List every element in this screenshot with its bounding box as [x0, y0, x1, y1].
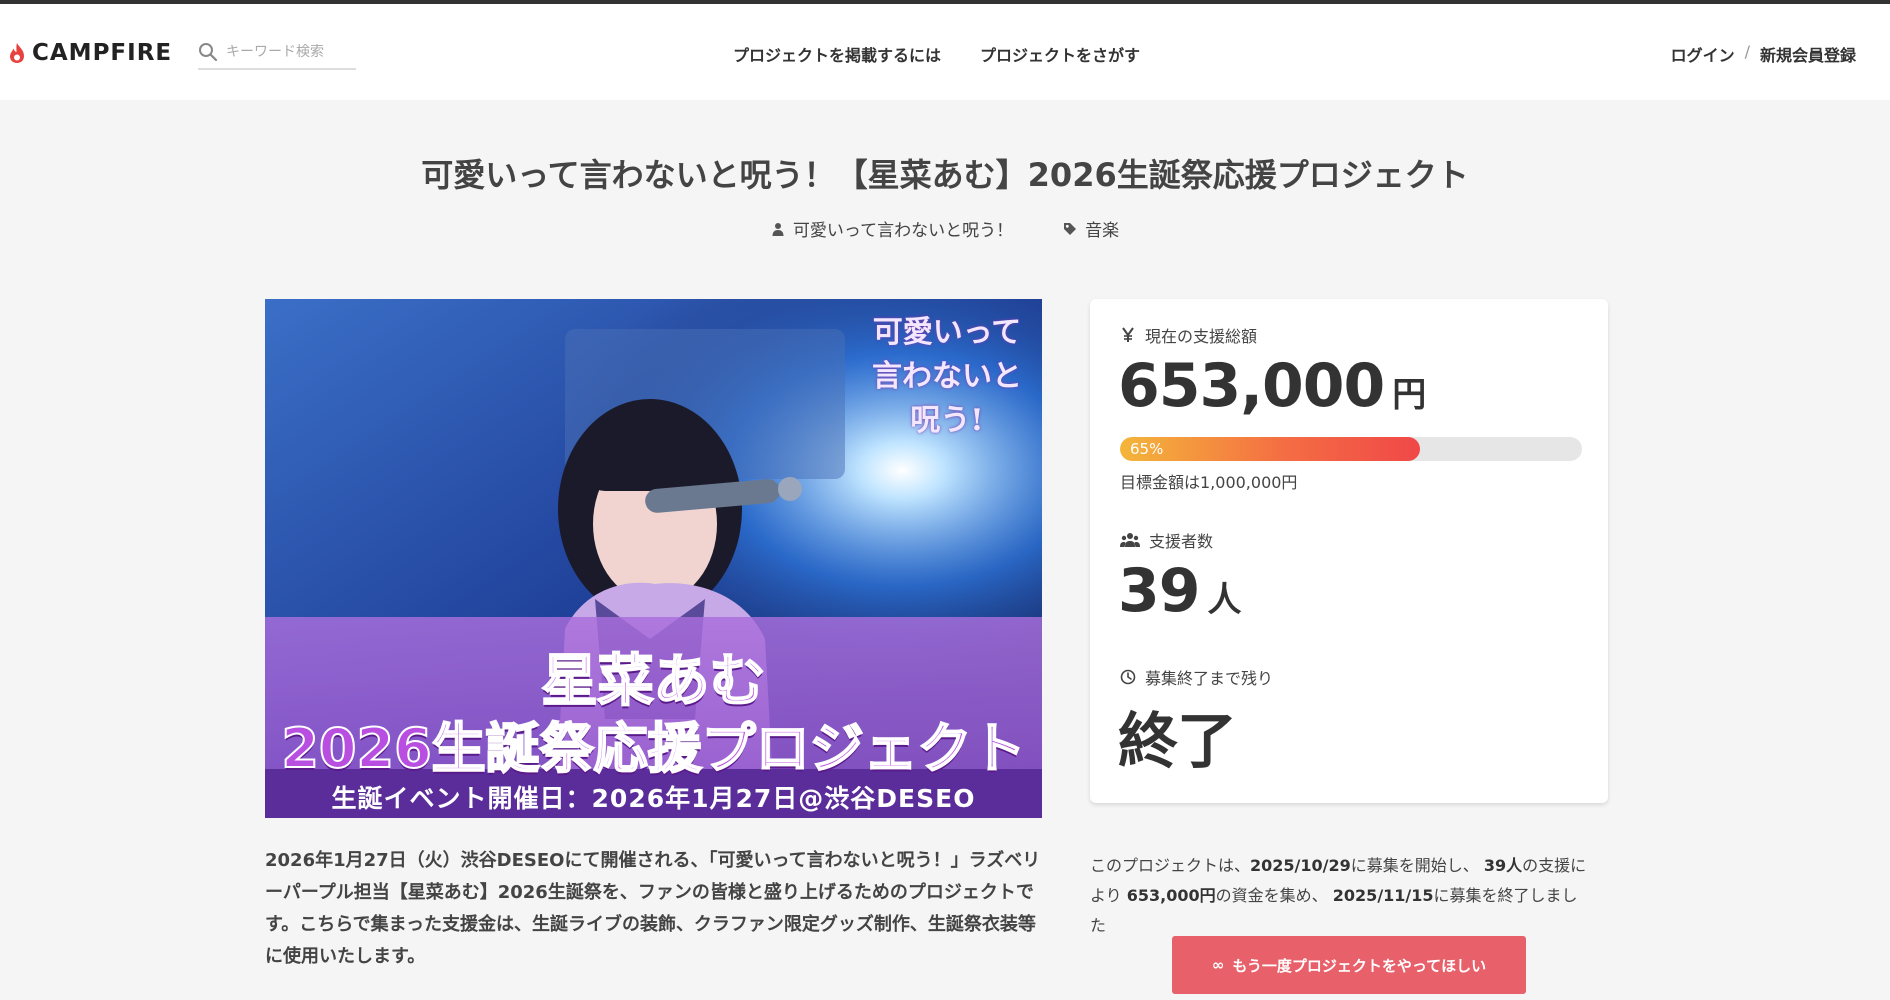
- project-title: 可愛いって言わないと呪う！【星菜あむ】2026生誕祭応援プロジェクト: [421, 156, 1469, 194]
- owner-name: 可愛いって言わないと呪う！: [792, 221, 1014, 241]
- backers-number: 39: [1118, 556, 1200, 626]
- summary-mid3: の資金を集め、: [1215, 886, 1328, 905]
- project-hero-image: 可愛いって 言わないと 呪う! 星菜あむ 2026生誕祭応援プロジェクト 生誕イ…: [265, 299, 1042, 818]
- site-header: CAMPFIRE プロジェクトを掲載するには プロジェクトをさがす ログイン /…: [0, 4, 1890, 100]
- remaining-text: 終了: [1118, 707, 1237, 777]
- clock-icon: [1120, 669, 1136, 685]
- summary-backers: 39人: [1483, 856, 1523, 875]
- amount-number: 653,000: [1118, 351, 1385, 421]
- summary-start-date: 2025/10/29: [1250, 856, 1351, 875]
- remaining-value: 終了: [1118, 693, 1237, 780]
- remaining-label: 募集終了まで残り: [1120, 665, 1273, 689]
- users-icon: [1120, 533, 1140, 547]
- summary-end-date: 2025/11/15: [1332, 886, 1434, 905]
- goal-amount: 目標金額は1,000,000円: [1120, 473, 1298, 492]
- logo-text: CAMPFIRE: [32, 40, 173, 66]
- login-link[interactable]: ログイン: [1671, 42, 1735, 66]
- hero-logo-line: 呪う!: [910, 403, 984, 438]
- search-box[interactable]: [198, 36, 356, 70]
- auth-links: ログイン / 新規会員登録: [1671, 42, 1856, 66]
- request-again-button[interactable]: ∞ もう一度プロジェクトをやってほしい: [1172, 936, 1526, 994]
- stats-card: 現在の支援総額 653,000 円 65% 目標金額は1,000,000円 支援…: [1090, 299, 1608, 803]
- summary-amount: 653,000円: [1126, 886, 1216, 905]
- hero-logo-line: 言わないと: [872, 359, 1022, 394]
- yen-icon: [1122, 327, 1134, 342]
- user-icon: [772, 222, 784, 236]
- backers-label: 支援者数: [1120, 528, 1213, 552]
- project-meta: 可愛いって言わないと呪う！ 音楽: [0, 216, 1890, 241]
- hero-group-logo: 可愛いって 言わないと 呪う!: [872, 311, 1022, 443]
- signup-link[interactable]: 新規会員登録: [1760, 42, 1856, 66]
- infinity-icon: ∞: [1211, 956, 1225, 974]
- summary-prefix: このプロジェクトは、: [1090, 856, 1251, 875]
- backers-unit: 人: [1207, 580, 1242, 620]
- campfire-logo[interactable]: CAMPFIRE: [8, 40, 172, 66]
- owner-link[interactable]: 可愛いって言わないと呪う！: [771, 216, 1013, 241]
- nav-find-project[interactable]: プロジェクトをさがす: [980, 42, 1140, 66]
- flame-icon: [10, 43, 24, 63]
- progress-percent: 65%: [1130, 440, 1164, 458]
- backers-value: 39 人: [1118, 556, 1242, 626]
- search-input[interactable]: [226, 44, 346, 60]
- tag-icon: [1064, 222, 1077, 235]
- backers-label-text: 支援者数: [1149, 532, 1214, 551]
- funding-progress-bar: 65%: [1120, 437, 1582, 461]
- project-description: 2026年1月27日（火）渋谷DESEOにて開催される、「可愛いって言わないと呪…: [265, 850, 1041, 967]
- request-again-label: もう一度プロジェクトをやってほしい: [1232, 956, 1487, 975]
- search-icon: [199, 43, 218, 62]
- category-link[interactable]: 音楽: [1063, 216, 1119, 241]
- amount-value: 653,000 円: [1118, 351, 1426, 421]
- hero-caption-date: 生誕イベント開催日：2026年1月27日@渋谷DESEO: [331, 784, 976, 813]
- amount-label-text: 現在の支援総額: [1145, 327, 1258, 346]
- amount-unit: 円: [1392, 375, 1427, 415]
- progress-fill: 65%: [1120, 437, 1421, 461]
- nav-list-project[interactable]: プロジェクトを掲載するには: [733, 42, 941, 66]
- remaining-label-text: 募集終了まで残り: [1145, 669, 1274, 688]
- auth-separator: /: [1744, 42, 1750, 61]
- amount-label: 現在の支援総額: [1120, 323, 1257, 347]
- category-name: 音楽: [1085, 221, 1120, 241]
- hero-logo-line: 可愛いって: [872, 315, 1022, 350]
- project-summary: このプロジェクトは、2025/10/29に募集を開始し、 39人の支援により 6…: [1090, 851, 1590, 941]
- summary-mid1: に募集を開始し、: [1350, 856, 1479, 875]
- hero-caption-title: 2026生誕祭応援プロジェクト: [280, 716, 1026, 781]
